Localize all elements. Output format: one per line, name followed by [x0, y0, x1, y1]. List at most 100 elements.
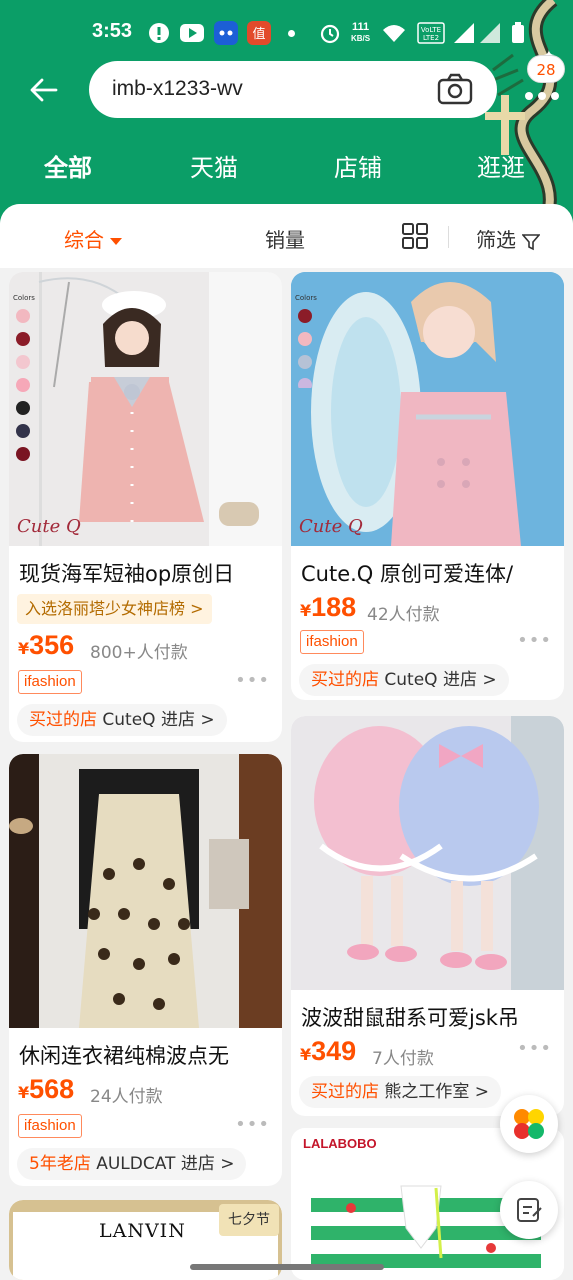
search-row: imb-x1233-wv	[0, 60, 573, 120]
shop-prefix: 买过的店	[29, 710, 97, 730]
currency-symbol: ¥	[18, 1083, 30, 1102]
filter-button[interactable]: 筛选	[476, 224, 542, 253]
shop-name: CuteQ 进店 >	[384, 670, 497, 690]
caret-down-icon	[110, 238, 122, 245]
header: ✦ 3:53 值 111 KB/S VoLTELTE2	[0, 0, 573, 225]
currency-symbol: ¥	[18, 639, 30, 658]
sold-count: 42人付款	[367, 605, 440, 625]
product-title[interactable]: 休闲连衣裙纯棉波点无	[19, 1040, 274, 1070]
filter-label: 筛选	[476, 228, 516, 252]
festival-badge: 七夕节	[219, 1204, 279, 1236]
brand-watermark: Cute Q	[17, 516, 81, 537]
price-value: 349	[311, 1036, 357, 1066]
colors-label: Colors	[295, 294, 317, 302]
color-swatches	[295, 308, 315, 392]
sort-sales[interactable]: 销量	[265, 224, 305, 253]
app-zhi-icon: 值	[247, 21, 271, 45]
volte-icon: VoLTE LTE2	[416, 21, 446, 45]
results-area: 综合 销量 筛选 Colors Cute Q 现货海军短袖op原创日 入选洛丽塔…	[0, 204, 573, 1280]
product-image[interactable]	[9, 754, 282, 1028]
mini-app-button[interactable]	[500, 1095, 558, 1153]
brand-watermark: Cute Q	[299, 516, 363, 537]
more-options-icon[interactable]: •••	[517, 1038, 552, 1059]
grid-view-icon[interactable]	[402, 223, 428, 249]
color-swatches	[13, 308, 33, 482]
shop-name: CuteQ 进店 >	[102, 710, 215, 730]
back-arrow-icon[interactable]	[28, 74, 60, 106]
product-title[interactable]: 波波甜鼠甜系可爱jsk吊	[301, 1002, 556, 1032]
divider	[448, 226, 449, 248]
product-price: ¥188	[300, 592, 356, 623]
tab-tmall[interactable]: 天猫	[190, 148, 238, 183]
svg-text:LTE2: LTE2	[423, 34, 439, 42]
shop-link[interactable]: 买过的店 CuteQ 进店 >	[299, 664, 509, 696]
product-title[interactable]: 现货海军短袖op原创日	[19, 558, 274, 588]
status-bar: 3:53 值 111 KB/S VoLTE LTE2	[0, 14, 573, 54]
alert-icon	[147, 21, 171, 45]
more-options-icon[interactable]: •••	[517, 630, 552, 651]
product-title[interactable]: Cute.Q 原创可爱连体/	[301, 558, 556, 588]
svg-text:值: 值	[252, 26, 265, 42]
product-card[interactable]: 波波甜鼠甜系可爱jsk吊 ¥349 7人付款 ••• 买过的店 熊之工作室 >	[291, 716, 564, 1116]
sort-bar: 综合 销量 筛选	[0, 204, 573, 268]
shop-name: AULDCAT 进店 >	[96, 1154, 235, 1174]
currency-symbol: ¥	[300, 1045, 312, 1064]
product-photo-polka-dress	[9, 754, 282, 1028]
product-price: ¥568	[18, 1074, 74, 1105]
product-image[interactable]: Colors Cute Q	[291, 272, 564, 546]
shop-prefix: 买过的店	[311, 670, 379, 690]
search-input[interactable]: imb-x1233-wv	[89, 61, 497, 118]
battery-icon	[506, 21, 530, 45]
brand-logo: LANVIN	[99, 1220, 186, 1242]
wifi-icon	[382, 21, 406, 45]
category-tabs: 全部 天猫 店铺 逛逛	[0, 148, 573, 188]
product-photo-lolita-dresses	[291, 716, 564, 990]
net-speed-unit: KB/S	[351, 34, 371, 43]
signal-2-icon	[478, 21, 502, 45]
product-photo-swimsuit	[291, 272, 564, 546]
shop-prefix: 5年老店	[29, 1154, 91, 1174]
net-speed-value: 111	[351, 21, 370, 33]
price-value: 568	[29, 1074, 75, 1104]
shop-link[interactable]: 5年老店 AULDCAT 进店 >	[17, 1148, 247, 1180]
tab-all[interactable]: 全部	[44, 148, 92, 183]
price-value: 356	[29, 630, 75, 660]
rank-badge[interactable]: 入选洛丽塔少女神店榜 >	[17, 594, 212, 624]
edit-note-icon	[517, 1198, 542, 1222]
ifashion-tag: ifashion	[18, 1114, 82, 1138]
product-card[interactable]: Colors Cute Q 现货海军短袖op原创日 入选洛丽塔少女神店榜 > ¥…	[9, 272, 282, 742]
sort-comprehensive-label: 综合	[64, 228, 104, 252]
currency-symbol: ¥	[300, 601, 312, 620]
shop-name: 熊之工作室 >	[384, 1082, 490, 1102]
shop-link[interactable]: 买过的店 熊之工作室 >	[299, 1076, 502, 1108]
ifashion-tag: ifashion	[300, 630, 364, 654]
product-price: ¥349	[300, 1036, 356, 1067]
net-speed: 111 KB/S	[351, 22, 370, 44]
shop-link[interactable]: 买过的店 CuteQ 进店 >	[17, 704, 227, 736]
product-price: ¥356	[18, 630, 74, 661]
tab-browse[interactable]: 逛逛	[477, 148, 525, 183]
app-robot-icon	[214, 21, 238, 45]
gesture-home-bar[interactable]	[190, 1264, 384, 1270]
camera-icon[interactable]	[437, 73, 473, 105]
colors-label: Colors	[13, 294, 35, 302]
youtube-icon	[180, 21, 204, 45]
sold-count: 800+人付款	[90, 643, 188, 663]
svg-text:VoLTE: VoLTE	[421, 26, 441, 34]
ifashion-tag: ifashion	[18, 670, 82, 694]
product-card[interactable]: 休闲连衣裙纯棉波点无 ¥568 24人付款 ifashion ••• 5年老店 …	[9, 754, 282, 1186]
sold-count: 24人付款	[90, 1087, 163, 1107]
feedback-button[interactable]	[500, 1181, 558, 1239]
tab-shops[interactable]: 店铺	[334, 148, 382, 183]
product-image[interactable]	[291, 716, 564, 990]
product-card[interactable]: Colors Cute Q Cute.Q 原创可爱连体/ ¥188 42人付款 …	[291, 272, 564, 700]
message-count-badge[interactable]: 28	[527, 55, 565, 83]
signal-icon	[452, 21, 476, 45]
product-photo-pink-dress	[9, 272, 282, 546]
status-time: 3:53	[92, 20, 133, 42]
sort-comprehensive[interactable]: 综合	[64, 224, 122, 253]
product-image[interactable]: Colors Cute Q	[9, 272, 282, 546]
more-options-icon[interactable]: •••	[235, 670, 270, 691]
price-value: 188	[311, 592, 357, 622]
more-options-icon[interactable]: •••	[235, 1114, 270, 1135]
